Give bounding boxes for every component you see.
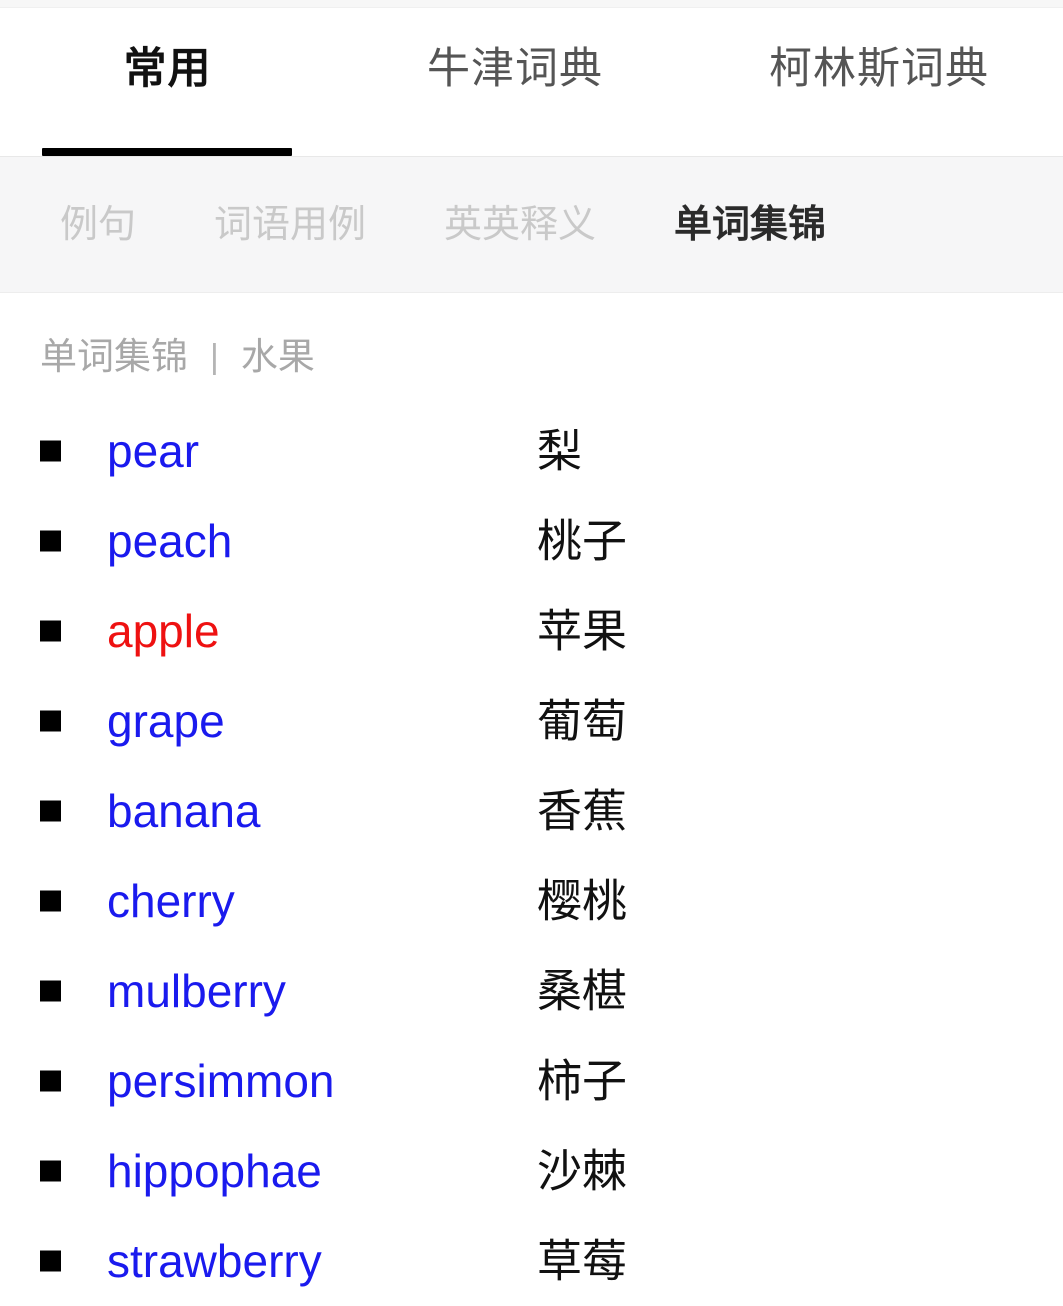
section-tab-ciyuyongli[interactable]: 词语用例 (214, 206, 366, 244)
section-tab-liju-label: 例句 (60, 203, 137, 246)
list-item: cherry 樱桃 (0, 856, 1063, 946)
list-item: hippophae 沙棘 (0, 1126, 1063, 1216)
word-translation-strawberry: 草莓 (537, 1235, 628, 1287)
top-edge-strip (0, 0, 1063, 8)
word-collection-content: 单词集锦 | 水果 pear 梨 peach 桃子 apple 苹果 grape… (0, 294, 1063, 1299)
section-tab-yingyingshiyi-label: 英英释义 (444, 203, 597, 246)
word-link-cherry[interactable]: cherry (107, 878, 235, 924)
word-translation-pear: 梨 (537, 425, 583, 477)
word-link-peach[interactable]: peach (107, 518, 232, 564)
square-bullet-icon (40, 1070, 61, 1092)
square-bullet-icon (40, 710, 61, 732)
tab-collins-dictionary[interactable]: 柯林斯词典 (695, 9, 1063, 129)
dictionary-tab-bar: 常用 牛津词典 柯林斯词典 (0, 9, 1063, 156)
word-link-banana[interactable]: banana (107, 788, 261, 834)
breadcrumb-category[interactable]: 水果 (241, 338, 315, 375)
square-bullet-icon (40, 1160, 61, 1182)
word-link-mulberry[interactable]: mulberry (107, 968, 286, 1014)
square-bullet-icon (40, 530, 61, 552)
word-translation-persimmon: 柿子 (537, 1055, 628, 1107)
square-bullet-icon (40, 440, 61, 462)
square-bullet-icon (40, 800, 61, 822)
square-bullet-icon (40, 1250, 61, 1272)
breadcrumb-root[interactable]: 单词集锦 (40, 338, 188, 375)
word-link-persimmon[interactable]: persimmon (107, 1058, 335, 1104)
word-link-pear[interactable]: pear (107, 428, 199, 474)
list-item: peach 桃子 (0, 496, 1063, 586)
word-translation-mulberry: 桑椹 (537, 965, 628, 1017)
section-tab-yingyingshiyi[interactable]: 英英释义 (444, 206, 596, 244)
section-tab-bar: 例句 词语用例 英英释义 单词集锦 (0, 156, 1063, 293)
square-bullet-icon (40, 620, 61, 642)
breadcrumb-separator: | (210, 337, 219, 376)
tab-changyong-label: 常用 (123, 44, 212, 93)
word-translation-cherry: 樱桃 (537, 875, 628, 927)
section-tab-danciji[interactable]: 单词集锦 (674, 206, 826, 244)
square-bullet-icon (40, 890, 61, 912)
word-translation-apple: 苹果 (537, 605, 628, 657)
tab-collins-dictionary-label: 柯林斯词典 (769, 44, 989, 93)
word-translation-peach: 桃子 (537, 515, 628, 567)
tab-oxford-dictionary-label: 牛津词典 (427, 44, 603, 93)
section-tab-ciyuyongli-label: 词语用例 (214, 203, 367, 246)
list-item: mulberry 桑椹 (0, 946, 1063, 1036)
word-translation-hippophae: 沙棘 (537, 1145, 628, 1197)
word-translation-grape: 葡萄 (537, 695, 628, 747)
list-item: strawberry 草莓 (0, 1216, 1063, 1306)
list-item: grape 葡萄 (0, 676, 1063, 766)
list-item: banana 香蕉 (0, 766, 1063, 856)
list-item: apple 苹果 (0, 586, 1063, 676)
section-tab-danciji-label: 单词集锦 (674, 203, 827, 246)
tab-oxford-dictionary[interactable]: 牛津词典 (335, 9, 695, 129)
breadcrumb: 单词集锦 | 水果 (40, 338, 315, 375)
word-translation-banana: 香蕉 (537, 785, 628, 837)
list-item: persimmon 柿子 (0, 1036, 1063, 1126)
section-tab-liju[interactable]: 例句 (60, 206, 136, 244)
square-bullet-icon (40, 980, 61, 1002)
word-link-hippophae[interactable]: hippophae (107, 1148, 322, 1194)
word-link-apple[interactable]: apple (107, 608, 220, 654)
tab-changyong[interactable]: 常用 (0, 9, 335, 129)
word-list: pear 梨 peach 桃子 apple 苹果 grape 葡萄 banana… (0, 406, 1063, 1306)
word-link-grape[interactable]: grape (107, 698, 225, 744)
list-item: pear 梨 (0, 406, 1063, 496)
active-tab-underline-indicator (42, 148, 292, 156)
word-link-strawberry[interactable]: strawberry (107, 1238, 322, 1284)
